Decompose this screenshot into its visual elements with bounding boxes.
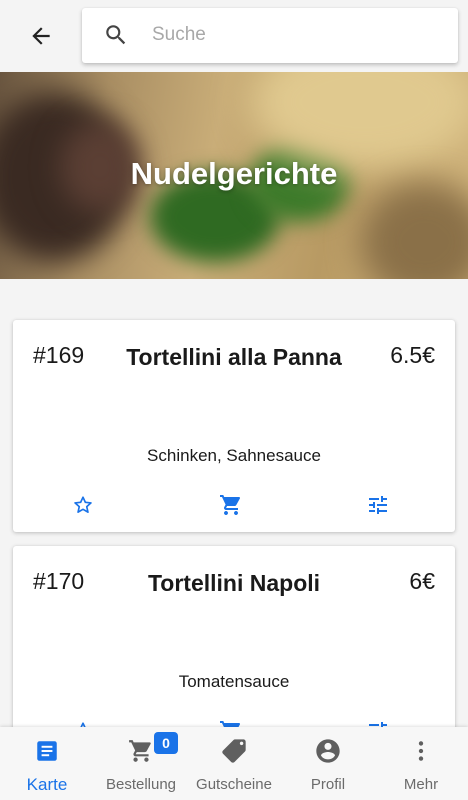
customize-button[interactable] [363, 490, 393, 520]
banner-image-detail [360, 182, 468, 279]
item-number: #170 [33, 568, 85, 594]
arrow-back-icon [32, 27, 50, 45]
tune-icon [369, 496, 387, 514]
star-outline-icon [74, 496, 92, 513]
tag-icon [220, 737, 248, 765]
back-button[interactable] [22, 17, 60, 55]
menu-card-icon [33, 737, 61, 765]
bottom-navigation: Karte 0 Bestellung Gutscheine Profil Meh… [0, 727, 468, 800]
cart-icon [220, 495, 241, 515]
item-number: #169 [33, 342, 85, 368]
item-name: Tortellini alla Panna [126, 344, 342, 370]
cart-count-badge: 0 [154, 732, 178, 754]
menu-item-card[interactable]: #169 Tortellini alla Panna 6.5€ Schinken… [13, 320, 455, 532]
category-title: Nudelgerichte [130, 156, 338, 191]
add-to-cart-button[interactable] [216, 490, 246, 520]
item-price: 6€ [409, 568, 435, 594]
item-description: Tomatensauce [178, 672, 290, 691]
category-banner: Nudelgerichte [0, 72, 468, 279]
nav-label: Profil [310, 776, 346, 793]
search-input[interactable] [152, 18, 442, 52]
nav-label: Gutscheine [196, 776, 272, 793]
nav-label: Karte [26, 775, 68, 794]
nav-label: Bestellung [105, 776, 177, 793]
favorite-button[interactable] [68, 490, 98, 520]
search-bar[interactable] [82, 8, 458, 63]
top-bar [0, 0, 468, 72]
item-description: Schinken, Sahnesauce [147, 446, 321, 465]
nav-item-gutscheine[interactable]: Gutscheine [187, 727, 281, 800]
nav-item-karte[interactable]: Karte [0, 727, 94, 800]
account-circle-icon [314, 737, 342, 765]
item-name: Tortellini Napoli [147, 570, 321, 596]
item-price: 6.5€ [390, 342, 435, 368]
more-vertical-icon [407, 737, 435, 765]
nav-item-profil[interactable]: Profil [281, 727, 375, 800]
nav-label: Mehr [403, 776, 439, 793]
cart-icon [127, 737, 155, 765]
nav-item-bestellung[interactable]: 0 Bestellung [94, 727, 188, 800]
search-icon [106, 25, 126, 45]
nav-item-mehr[interactable]: Mehr [374, 727, 468, 800]
app-screen: Nudelgerichte #169 Tortellini alla Panna… [0, 0, 468, 800]
